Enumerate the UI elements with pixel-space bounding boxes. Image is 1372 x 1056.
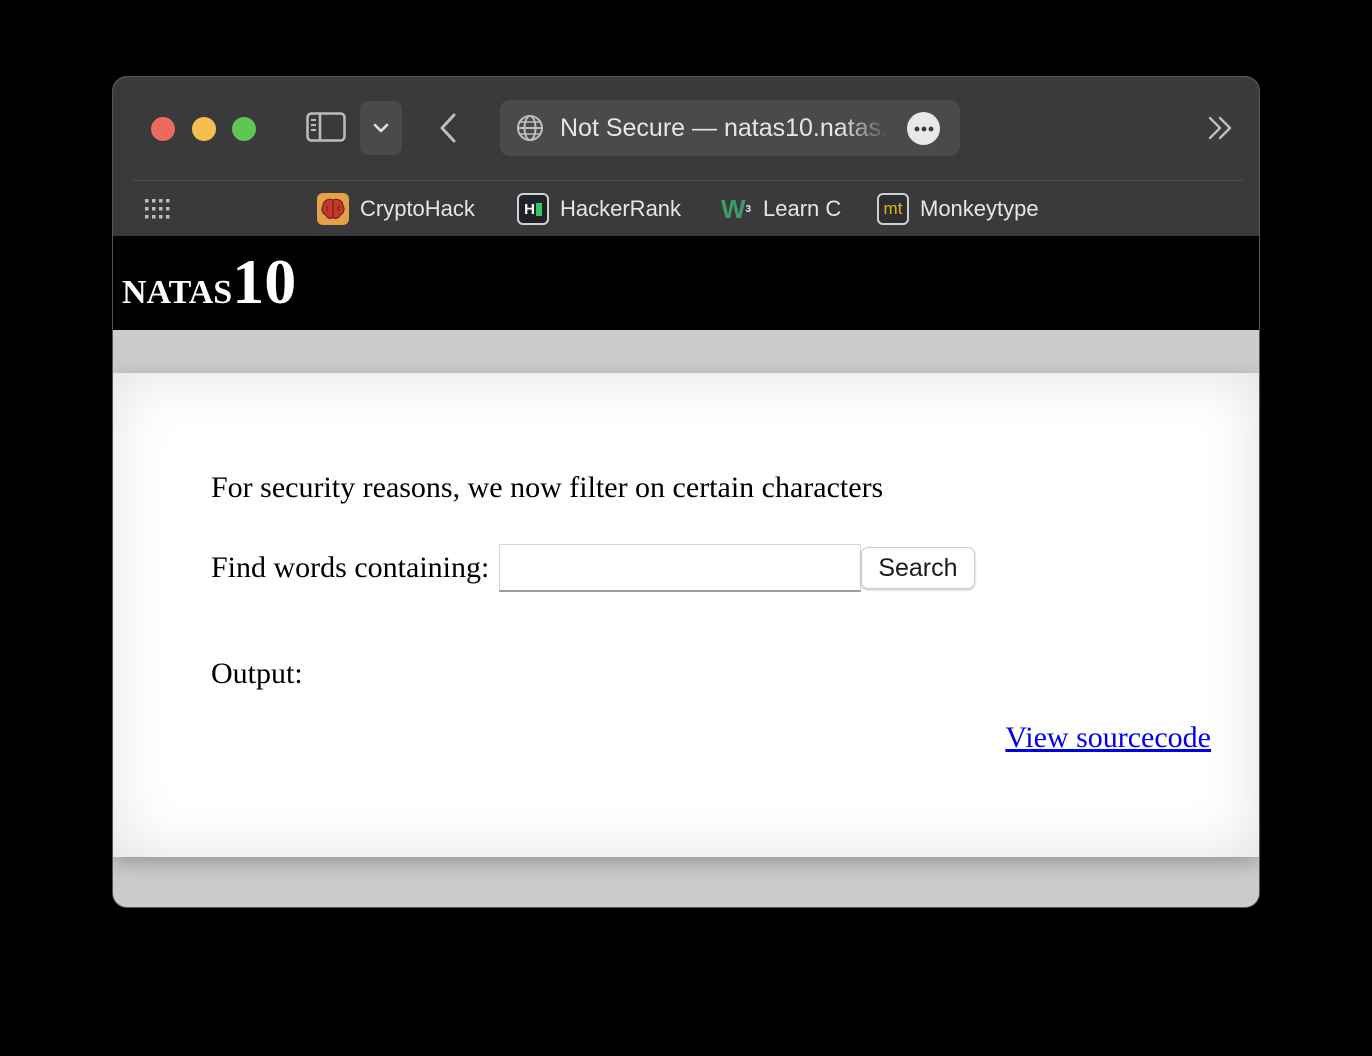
globe-icon bbox=[517, 115, 543, 141]
close-window-button[interactable] bbox=[151, 117, 175, 141]
bookmark-learn-c[interactable]: W3 Learn C bbox=[720, 191, 841, 227]
w3schools-logo-icon: W3 bbox=[720, 193, 752, 224]
double-chevron-icon bbox=[1208, 116, 1232, 140]
monkeytype-logo-icon: mt bbox=[877, 193, 909, 225]
page-menu-button[interactable] bbox=[907, 112, 940, 145]
sidebar-toggle-button[interactable] bbox=[306, 111, 346, 143]
page-title: natas10 bbox=[122, 250, 296, 320]
back-button[interactable] bbox=[433, 109, 463, 147]
search-input[interactable] bbox=[499, 544, 862, 592]
bookmark-label: HackerRank bbox=[560, 196, 682, 221]
chevron-down-icon bbox=[373, 123, 389, 133]
search-label: Find words containing: bbox=[211, 551, 490, 584]
address-url-text: Not Secure — natas10.natas.labs.overthew… bbox=[560, 114, 890, 142]
search-button[interactable]: Search bbox=[861, 547, 975, 589]
bookmark-monkeytype[interactable]: mt Monkeytype bbox=[877, 191, 1039, 227]
intro-text: For security reasons, we now filter on c… bbox=[211, 471, 884, 504]
bookmark-hackerrank[interactable]: H HackerRank bbox=[517, 191, 681, 227]
toolbar-overflow-button[interactable] bbox=[1203, 113, 1239, 143]
tab-group-menu-button[interactable] bbox=[360, 101, 402, 155]
bookmark-label: Monkeytype bbox=[920, 196, 1039, 221]
hackerrank-logo-letter: H bbox=[524, 200, 535, 218]
view-sourcecode-link[interactable]: View sourcecode bbox=[1005, 721, 1211, 755]
w3schools-logo-letter: W bbox=[720, 193, 746, 224]
zoom-window-button[interactable] bbox=[232, 117, 256, 141]
browser-toolbar: Not Secure — natas10.natas.labs.overthew… bbox=[113, 77, 1259, 236]
more-icon bbox=[914, 126, 933, 131]
search-form: Find words containing: Search bbox=[211, 543, 975, 593]
browser-window: Not Secure — natas10.natas.labs.overthew… bbox=[113, 77, 1259, 907]
bookmark-label: CryptoHack bbox=[360, 196, 475, 221]
address-bar[interactable]: Not Secure — natas10.natas.labs.overthew… bbox=[500, 100, 960, 156]
title-prefix: natas bbox=[122, 261, 233, 314]
back-arrow-icon bbox=[440, 113, 456, 143]
brain-icon bbox=[317, 193, 349, 225]
bookmarks-bar: CryptoHack H HackerRank W3 Learn C mt Mo… bbox=[113, 181, 1259, 236]
output-label: Output: bbox=[211, 657, 303, 690]
web-page: natas10 For security reasons, we now fil… bbox=[113, 236, 1259, 907]
bookmark-label: Learn C bbox=[763, 196, 842, 221]
grid-icon[interactable] bbox=[145, 199, 171, 219]
title-number: 10 bbox=[232, 246, 297, 317]
sidebar-icon bbox=[306, 112, 346, 142]
bookmark-cryptohack[interactable]: CryptoHack bbox=[317, 191, 475, 227]
hackerrank-logo-icon: H bbox=[517, 193, 549, 225]
monkeytype-logo-text: mt bbox=[883, 199, 903, 218]
page-header: natas10 bbox=[113, 236, 1259, 330]
minimize-window-button[interactable] bbox=[192, 117, 216, 141]
content-panel: For security reasons, we now filter on c… bbox=[113, 373, 1259, 857]
